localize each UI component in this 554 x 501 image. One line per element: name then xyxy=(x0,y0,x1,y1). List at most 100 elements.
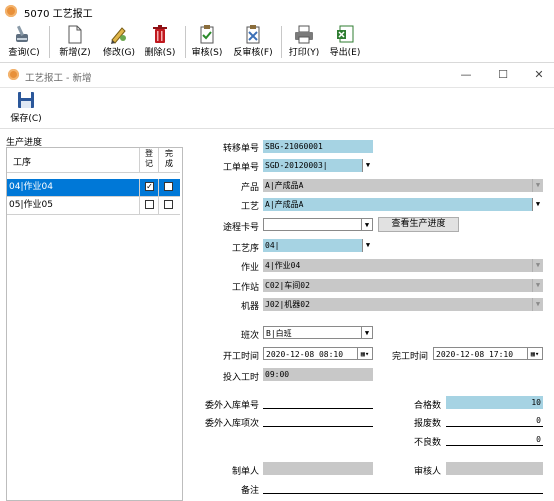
completed-checkbox[interactable] xyxy=(164,200,173,209)
chevron-down-icon: ▼ xyxy=(532,279,543,292)
save-button[interactable]: 保存(C) xyxy=(6,90,46,126)
registered-cell xyxy=(140,197,159,214)
chevron-down-icon[interactable]: ▼ xyxy=(532,198,543,211)
chevron-down-icon[interactable]: ▼ xyxy=(362,159,373,172)
add-button[interactable]: 新增(Z) xyxy=(54,24,96,60)
chevron-down-icon[interactable]: ▼ xyxy=(362,239,373,252)
registered-checkbox[interactable] xyxy=(145,200,154,209)
transfer-no-field[interactable]: SBG-21060001 xyxy=(263,140,373,153)
operation-select: 4|作业04 ▼ xyxy=(263,259,543,272)
craft-select[interactable]: A|产成品A ▼ xyxy=(263,198,543,211)
sequence-select[interactable]: 04| ▼ xyxy=(263,239,373,252)
qualified-field[interactable]: 10 xyxy=(446,396,543,409)
app-logo-icon xyxy=(5,5,17,17)
close-button[interactable]: ✕ xyxy=(528,67,550,83)
product-select: A|产成品A ▼ xyxy=(263,179,543,192)
qualified-label: 合格数 xyxy=(413,401,441,411)
calendar-icon[interactable]: ▦▾ xyxy=(527,348,542,359)
transfer-no-label: 转移单号 xyxy=(222,144,259,154)
scrap-field[interactable]: 0 xyxy=(446,414,543,427)
column-header-registered[interactable]: 登记 xyxy=(140,148,159,173)
defective-label: 不良数 xyxy=(413,438,441,448)
new-document-icon xyxy=(68,25,82,44)
work-hours-label: 投入工时 xyxy=(222,373,259,383)
machine-select: J02|机器02 ▼ xyxy=(263,298,543,311)
start-time-picker[interactable]: 2020-12-08 08:10 ▦▾ xyxy=(263,347,373,360)
shift-select[interactable]: B|白班 ▼ xyxy=(263,326,373,339)
toolbar-separator xyxy=(49,26,50,58)
end-time-label: 完工时间 xyxy=(391,352,428,362)
form-logo-icon xyxy=(8,69,19,80)
table-row[interactable]: 04|作业04 ✓ xyxy=(7,179,180,197)
chevron-down-icon: ▼ xyxy=(532,298,543,311)
delete-button[interactable]: 删除(S) xyxy=(141,24,179,60)
sequence-label: 工艺序 xyxy=(231,244,259,254)
registered-checkbox[interactable]: ✓ xyxy=(145,182,154,191)
work-order-label: 工单单号 xyxy=(222,163,259,173)
chevron-down-icon[interactable]: ▼ xyxy=(361,219,372,230)
progress-grid: 工序 登记 完成 04|作业04 ✓ 05|作业05 xyxy=(6,147,183,501)
remark-field[interactable] xyxy=(263,481,543,494)
excel-export-icon xyxy=(337,25,354,43)
creator-label: 制单人 xyxy=(231,467,259,477)
chevron-down-icon: ▼ xyxy=(532,259,543,272)
workstation-label: 工作站 xyxy=(231,283,259,293)
column-header-process[interactable]: 工序 xyxy=(7,148,140,173)
printer-icon xyxy=(295,25,313,44)
outsource-no-label: 委外入库单号 xyxy=(204,401,259,411)
unaudit-clipboard-icon xyxy=(246,25,260,44)
audit-button[interactable]: 审核(S) xyxy=(188,24,226,60)
start-time-label: 开工时间 xyxy=(222,352,259,362)
chevron-down-icon[interactable]: ▼ xyxy=(361,327,372,338)
column-header-completed[interactable]: 完成 xyxy=(159,148,180,173)
query-button[interactable]: 查询(C) xyxy=(4,24,44,60)
production-progress-panel: 生产进度 工序 登记 完成 04|作业04 ✓ 05|作业05 xyxy=(6,135,183,501)
end-time-picker[interactable]: 2020-12-08 17:10 ▦▾ xyxy=(433,347,543,360)
route-card-select[interactable]: ▼ xyxy=(263,218,373,231)
print-button[interactable]: 打印(Y) xyxy=(285,24,323,60)
craft-label: 工艺 xyxy=(240,202,259,212)
calendar-icon[interactable]: ▦▾ xyxy=(357,348,372,359)
floppy-disk-icon xyxy=(18,92,34,108)
view-progress-button[interactable]: 查看生产进度 xyxy=(378,217,459,232)
creator-field xyxy=(263,462,373,475)
registered-cell: ✓ xyxy=(140,179,159,196)
process-cell: 04|作业04 xyxy=(7,179,140,196)
machine-label: 机器 xyxy=(240,302,259,312)
completed-cell xyxy=(159,197,180,214)
completed-checkbox[interactable] xyxy=(164,182,173,191)
product-label: 产品 xyxy=(240,183,259,193)
defective-field[interactable]: 0 xyxy=(446,433,543,446)
shift-label: 班次 xyxy=(240,331,259,341)
completed-cell xyxy=(159,179,180,196)
app-title: 5070 工艺报工 xyxy=(24,9,93,20)
workstation-select: C02|车间02 ▼ xyxy=(263,279,543,292)
trash-icon xyxy=(153,25,167,43)
form-title-bar: 工艺报工 - 新增 — ☐ ✕ xyxy=(0,63,554,88)
auditor-field xyxy=(446,462,543,475)
route-card-label: 途程卡号 xyxy=(222,223,259,233)
operation-label: 作业 xyxy=(240,263,259,273)
edit-button[interactable]: 修改(G) xyxy=(99,24,139,60)
toolbar-separator xyxy=(185,26,186,58)
auditor-label: 审核人 xyxy=(413,467,441,477)
outsource-item-field[interactable] xyxy=(263,414,373,427)
work-hours-field: 09:00 xyxy=(263,368,373,381)
work-order-select[interactable]: SGD-20120003| ▼ xyxy=(263,159,373,172)
query-icon xyxy=(16,25,28,42)
process-cell: 05|作业05 xyxy=(7,197,140,214)
maximize-button[interactable]: ☐ xyxy=(492,67,514,83)
main-toolbar: 查询(C) 新增(Z) 修改(G) 删除(S) 审核(S) 反审核(F) 打印(… xyxy=(0,22,554,63)
toolbar-separator xyxy=(281,26,282,58)
minimize-button[interactable]: — xyxy=(455,67,477,83)
form-title: 工艺报工 - 新增 xyxy=(25,73,92,84)
unaudit-button[interactable]: 反审核(F) xyxy=(230,24,276,60)
app-title-bar: 5070 工艺报工 xyxy=(0,0,554,22)
edit-icon xyxy=(111,27,126,44)
outsource-item-label: 委外入库项次 xyxy=(204,419,259,429)
audit-clipboard-icon xyxy=(200,25,214,44)
table-row[interactable]: 05|作业05 xyxy=(7,197,180,215)
export-button[interactable]: 导出(E) xyxy=(326,24,364,60)
outsource-no-field[interactable] xyxy=(263,396,373,409)
remark-label: 备注 xyxy=(240,486,259,496)
